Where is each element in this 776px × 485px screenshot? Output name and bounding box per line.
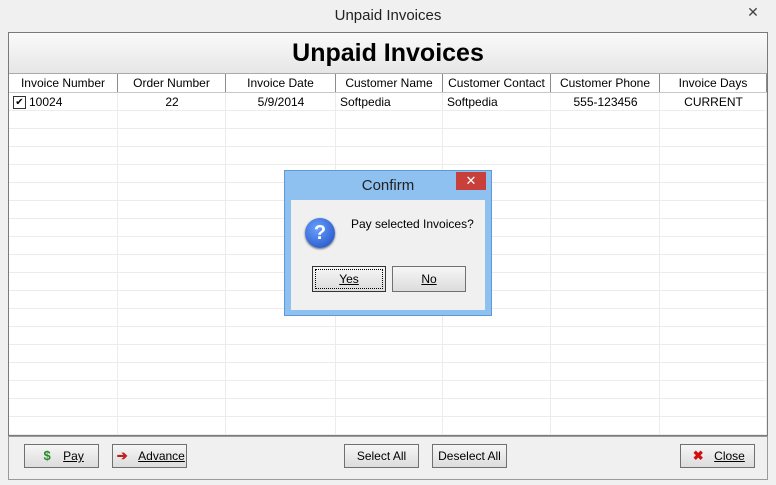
column-header-invoice-number[interactable]: Invoice Number [9, 74, 118, 92]
invoice-date-cell: 5/9/2014 [257, 95, 305, 109]
advance-label: Advance [138, 449, 185, 463]
yes-label: Yes [339, 272, 359, 286]
advance-button[interactable]: ➔ Advance [112, 444, 187, 468]
deselect-all-button[interactable]: Deselect All [432, 444, 507, 468]
page-title: Unpaid Invoices [292, 39, 484, 67]
invoice-days-cell: CURRENT [684, 95, 743, 109]
yes-button[interactable]: Yes [312, 266, 386, 292]
row-checkbox[interactable]: ✔ [13, 95, 26, 109]
column-header-order-number[interactable]: Order Number [118, 74, 226, 92]
invoice-number-value: 10024 [29, 95, 63, 109]
customer-name-cell: Softpedia [340, 95, 391, 109]
table-header: Invoice Number Order Number Invoice Date… [9, 74, 767, 93]
no-button[interactable]: No [392, 266, 466, 292]
pay-label: Pay [63, 449, 84, 463]
window-close-button[interactable]: ✕ [738, 2, 768, 22]
customer-contact-cell: Softpedia [447, 95, 498, 109]
deselect-all-label: Deselect All [438, 449, 501, 463]
customer-phone-cell: 555-123456 [573, 95, 638, 109]
column-header-customer-name[interactable]: Customer Name [336, 74, 443, 92]
select-all-label: Select All [356, 449, 407, 463]
confirm-dialog: Confirm ✕ ? Pay selected Invoices? Yes N… [284, 170, 492, 316]
order-number-cell: 22 [165, 95, 179, 109]
money-icon: $ [43, 448, 51, 463]
window-title: Unpaid Invoices [334, 7, 442, 24]
column-header-invoice-date[interactable]: Invoice Date [226, 74, 336, 92]
table-row[interactable]: ✔ 10024 22 5/9/2014 Softpedia Softpedia … [9, 93, 767, 111]
red-x-icon: ✖ [692, 448, 704, 463]
invoice-number-cell[interactable]: ✔ 10024 [9, 93, 118, 111]
title-bar: Unpaid Invoices ✕ [0, 0, 776, 32]
dialog-close-button[interactable]: ✕ [456, 172, 486, 190]
footer-toolbar: $ Pay ➔ Advance Select All Deselect All … [8, 436, 768, 480]
column-header-customer-contact[interactable]: Customer Contact [443, 74, 551, 92]
no-label: No [421, 272, 437, 286]
column-header-invoice-days[interactable]: Invoice Days [660, 74, 767, 92]
select-all-button[interactable]: Select All [344, 444, 419, 468]
page-header: Unpaid Invoices [9, 33, 767, 74]
close-label: Close [714, 449, 745, 463]
column-header-customer-phone[interactable]: Customer Phone [551, 74, 660, 92]
question-icon: ? [305, 218, 335, 248]
close-button[interactable]: ✖ Close [680, 444, 755, 468]
dialog-message: Pay selected Invoices? [351, 217, 474, 231]
dialog-body: ? Pay selected Invoices? Yes No [291, 200, 485, 310]
advance-icon: ➔ [116, 448, 128, 463]
pay-button[interactable]: $ Pay [24, 444, 99, 468]
